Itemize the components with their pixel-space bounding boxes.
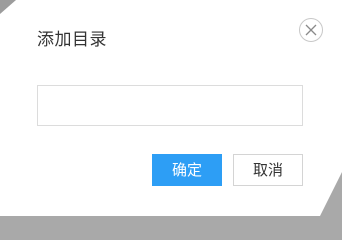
confirm-button[interactable]: 确定 (152, 154, 222, 186)
add-directory-dialog: 添加目录 确定 取消 (0, 0, 342, 216)
cancel-button[interactable]: 取消 (233, 154, 303, 186)
dialog-title: 添加目录 (37, 30, 107, 50)
close-icon (305, 24, 317, 36)
directory-name-input[interactable] (37, 85, 303, 126)
close-button[interactable] (299, 18, 323, 42)
